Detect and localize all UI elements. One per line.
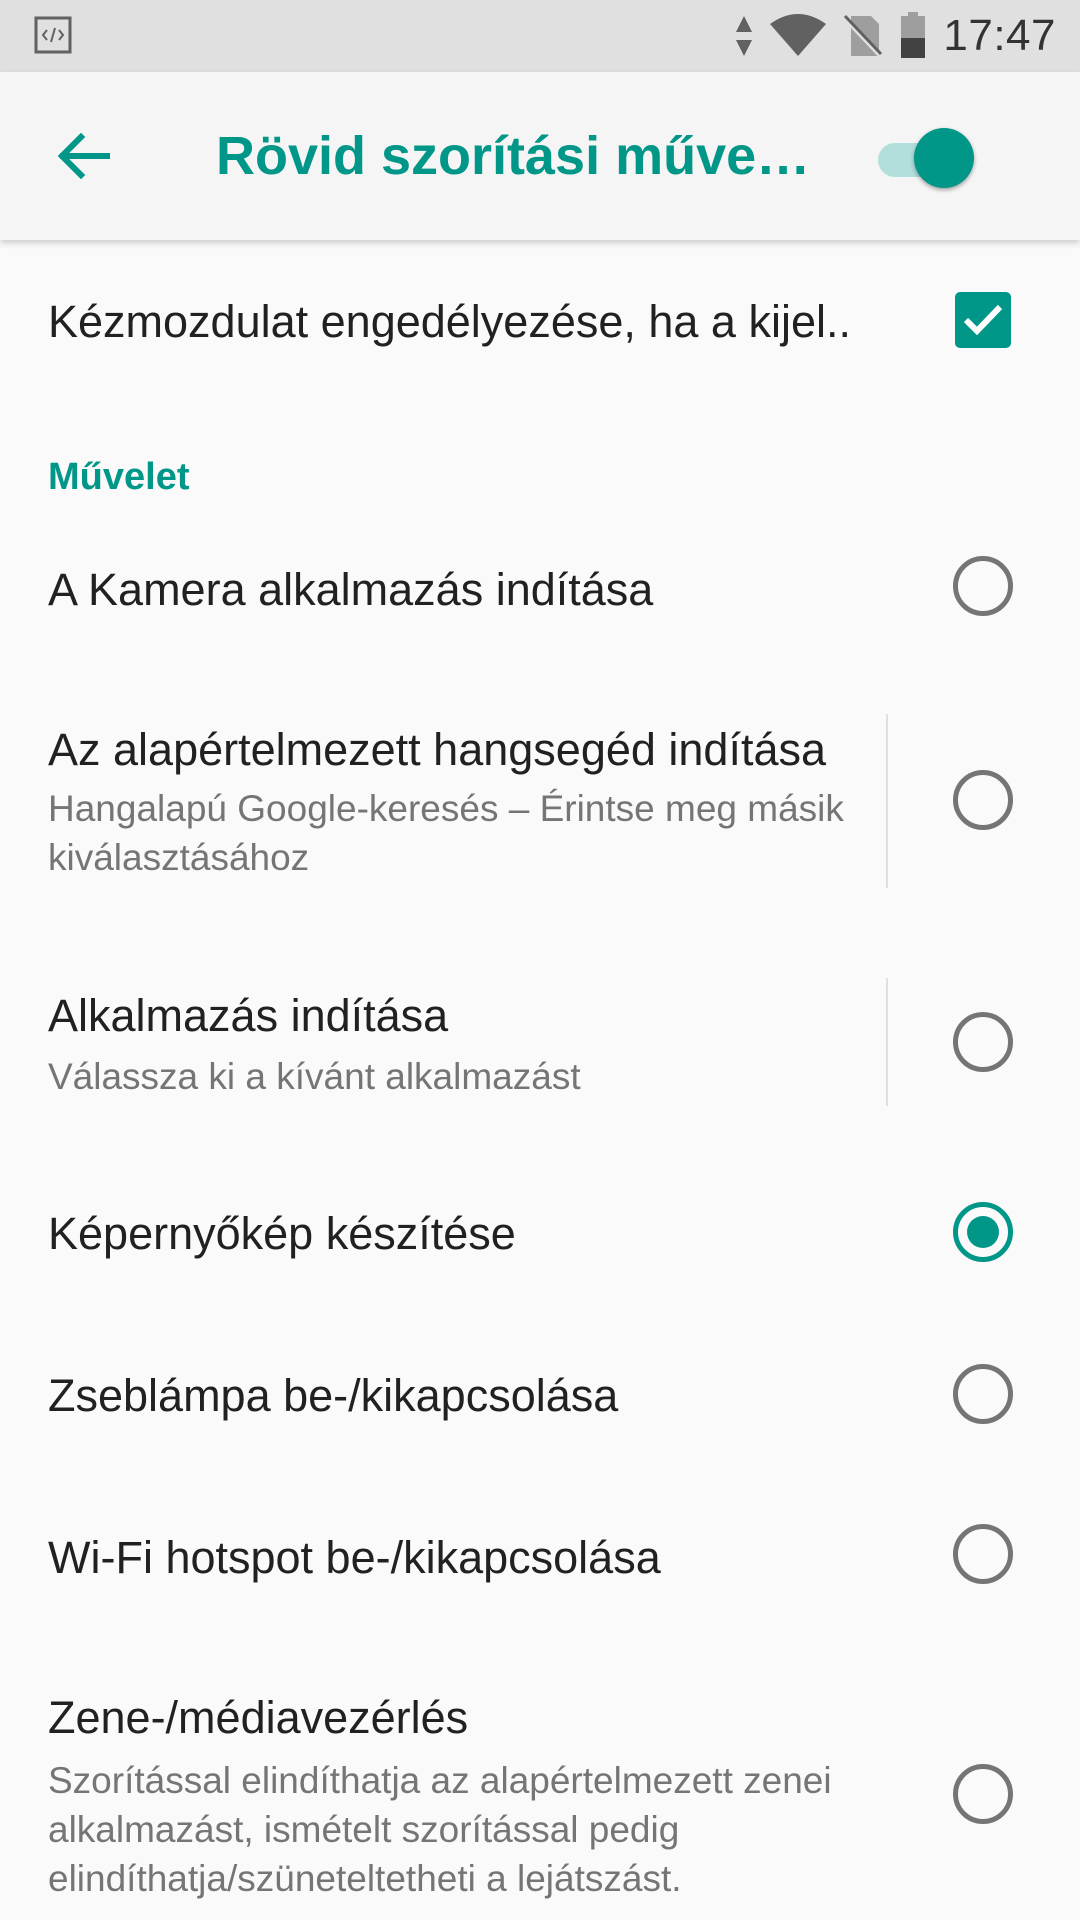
status-icons: 17:47 xyxy=(735,8,1056,64)
option-title: Wi-Fi hotspot be-/kikapcsolása xyxy=(48,1532,661,1583)
option-title: Zene-/médiavezérlés xyxy=(48,1692,469,1743)
option-radio[interactable] xyxy=(953,1202,1013,1262)
battery-icon xyxy=(901,12,926,58)
option-radio[interactable] xyxy=(953,770,1013,830)
app-bar: Rövid szorítási műve… xyxy=(0,72,1080,240)
option-radio[interactable] xyxy=(953,1364,1013,1424)
back-button[interactable] xyxy=(48,120,120,192)
no-sim-icon xyxy=(843,14,884,58)
option-camera[interactable]: A Kamera alkalmazás indítása xyxy=(0,540,1080,640)
option-title: A Kamera alkalmazás indítása xyxy=(48,564,654,615)
pref-checkbox[interactable] xyxy=(955,292,1011,348)
option-title: Zseblámpa be-/kikapcsolása xyxy=(48,1370,619,1421)
check-icon xyxy=(963,304,1003,336)
option-launch-app[interactable]: Alkalmazás indítása Válassza ki a kívánt… xyxy=(0,970,1080,1120)
option-summary: Hangalapú Google-keresés – Érintse meg m… xyxy=(48,788,844,878)
option-title: Alkalmazás indítása xyxy=(48,990,449,1041)
back-arrow-icon xyxy=(57,132,110,180)
pref-title: Kézmozdulat engedélyezése, ha a kijel.. xyxy=(48,296,851,347)
option-summary: Válassza ki a kívánt alkalmazást xyxy=(48,1056,581,1097)
master-toggle-switch[interactable] xyxy=(878,124,978,192)
data-arrows-icon xyxy=(736,16,753,56)
option-summary: Szorítással elindíthatja az alapértelmez… xyxy=(48,1760,832,1899)
option-wifi-hotspot[interactable]: Wi-Fi hotspot be-/kikapcsolása xyxy=(0,1502,1080,1602)
option-title: Az alapértelmezett hangsegéd indítása xyxy=(48,724,827,775)
option-radio[interactable] xyxy=(953,1764,1013,1824)
page-title: Rövid szorítási műve… xyxy=(216,126,811,186)
divider xyxy=(886,978,888,1106)
option-radio[interactable] xyxy=(953,1524,1013,1584)
status-bar: 17:47 xyxy=(0,0,1080,72)
divider xyxy=(886,714,888,888)
section-header: Művelet xyxy=(48,456,190,498)
option-media-control[interactable]: Zene-/médiavezérlés Szorítással elindíth… xyxy=(0,1664,1080,1920)
wifi-icon xyxy=(770,14,827,56)
pref-gesture-screen-off[interactable]: Kézmozdulat engedélyezése, ha a kijel.. xyxy=(0,260,1080,380)
option-flashlight[interactable]: Zseblámpa be-/kikapcsolása xyxy=(0,1340,1080,1440)
radio-dot xyxy=(967,1216,999,1248)
option-radio[interactable] xyxy=(953,556,1013,616)
option-radio[interactable] xyxy=(953,1012,1013,1072)
option-voice-assistant[interactable]: Az alapértelmezett hangsegéd indítása Ha… xyxy=(0,700,1080,900)
screen: 17:47 Rövid szorítási műve… Kézmozdulat … xyxy=(0,0,1080,1920)
switch-thumb xyxy=(914,128,974,188)
status-time: 17:47 xyxy=(943,11,1056,60)
debug-icon xyxy=(34,16,72,54)
option-title: Képernyőkép készítése xyxy=(48,1208,516,1259)
option-screenshot[interactable]: Képernyőkép készítése xyxy=(0,1180,1080,1280)
